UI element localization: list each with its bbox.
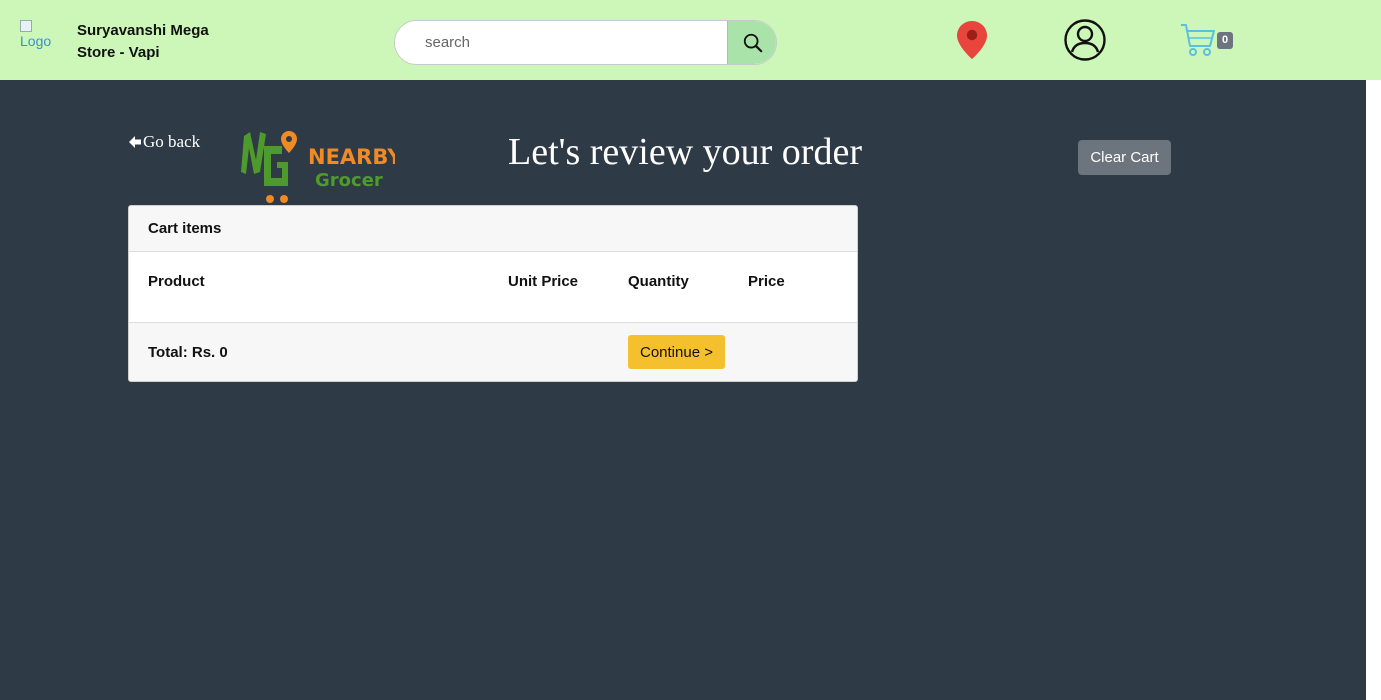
cart-total: Total: Rs. 0 — [148, 344, 228, 361]
search-button[interactable] — [727, 21, 776, 64]
logo-text-nearby: NEARBY — [308, 145, 395, 169]
clear-cart-button[interactable]: Clear Cart — [1078, 140, 1171, 175]
go-back-label: Go back — [143, 132, 201, 151]
user-account-icon[interactable] — [1064, 19, 1106, 61]
search-icon — [743, 33, 762, 52]
search-input[interactable] — [395, 21, 727, 64]
broken-image-icon — [20, 20, 32, 32]
cart-card: Cart items Product Unit Price Quantity P… — [128, 205, 858, 382]
column-header-price: Price — [748, 273, 785, 290]
logo-text-grocer: Grocer — [315, 170, 383, 191]
cart-table-header: Product Unit Price Quantity Price — [129, 252, 857, 323]
logo-alt-text: Logo — [20, 33, 52, 49]
store-logo-image[interactable]: Logo — [20, 20, 60, 56]
cart-card-header: Cart items — [129, 206, 857, 252]
shopping-cart-icon[interactable] — [1180, 22, 1216, 58]
continue-button[interactable]: Continue > — [628, 335, 725, 369]
main-content: Go back NEARBY Grocer Let's review your … — [0, 80, 1366, 700]
location-pin-icon[interactable] — [956, 20, 988, 60]
page-title: Let's review your order — [508, 131, 862, 173]
cart-count-badge: 0 — [1217, 32, 1233, 49]
column-header-product: Product — [148, 273, 205, 290]
search-bar — [394, 20, 777, 65]
store-name[interactable]: Suryavanshi Mega Store - Vapi — [77, 20, 247, 64]
go-back-link[interactable]: Go back — [128, 132, 200, 152]
cart-card-footer: Total: Rs. 0 Continue > — [129, 323, 857, 381]
column-header-unit-price: Unit Price — [508, 273, 579, 290]
column-header-quantity: Quantity — [628, 273, 689, 290]
arrow-left-icon — [129, 136, 141, 148]
top-navbar: Logo Suryavanshi Mega Store - Vapi 0 — [0, 0, 1381, 80]
nearby-grocer-logo: NEARBY Grocer — [241, 131, 395, 203]
